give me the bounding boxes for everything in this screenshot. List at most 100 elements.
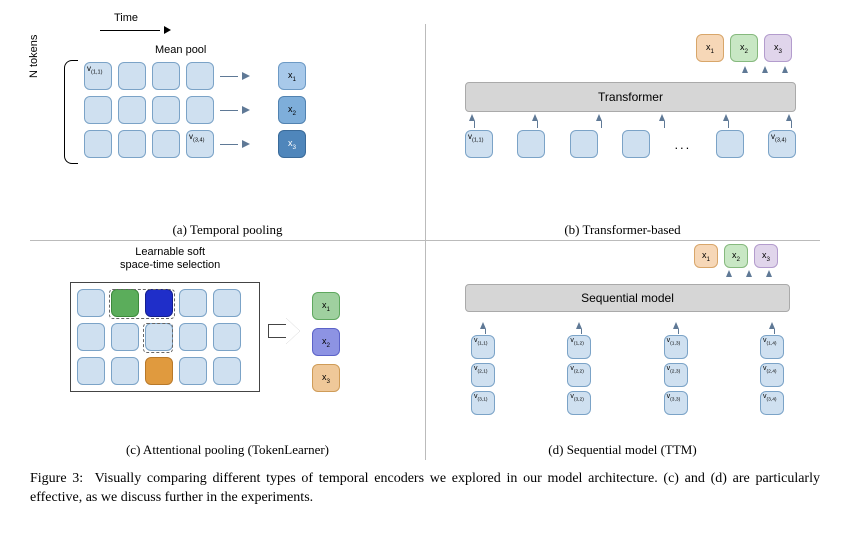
subcaption-a: (a) Temporal pooling (30, 222, 425, 238)
output-x2: x2 (730, 34, 758, 62)
token-blank (213, 323, 241, 351)
panel-c-outputs: x1 x2 x3 (312, 292, 340, 392)
down-arrows-icon (469, 114, 792, 121)
token-v13: v(1,3) (664, 335, 688, 359)
token-v11: v(1,1) (465, 130, 493, 158)
timestep-col: v(1,4) v(2,4) v(3,4) (760, 322, 784, 415)
token-blank (111, 323, 139, 351)
token-v22: v(2,2) (567, 363, 591, 387)
output-x3: x3 (278, 130, 306, 158)
output-x1: x1 (278, 62, 306, 90)
token-blank (118, 62, 146, 90)
meanpool-label: Mean pool (155, 44, 206, 56)
token-blank (570, 130, 598, 158)
token-v31: v(3,1) (471, 391, 495, 415)
token-selected-orange (145, 357, 173, 385)
token-grid-box (70, 282, 260, 392)
arrow-up-icon (769, 322, 775, 329)
token-blank (213, 357, 241, 385)
time-label: Time (114, 12, 138, 24)
caption-body: Visually comparing different types of te… (30, 471, 820, 505)
token-selected-blue (145, 289, 173, 317)
token-v34: v(3,4) (186, 130, 214, 158)
token-v32: v(3,2) (567, 391, 591, 415)
panel-d-columns: v(1,1) v(2,1) v(3,1) v(1,2) v(2,2) v(3,2… (471, 322, 784, 415)
token-blank (111, 357, 139, 385)
token-selected-green (111, 289, 139, 317)
token-blank (77, 323, 105, 351)
arrow-up-icon (673, 322, 679, 329)
subcaption-c: (c) Attentional pooling (TokenLearner) (30, 442, 425, 458)
token-v34: v(3,4) (760, 391, 784, 415)
up-arrows-icon (742, 66, 788, 73)
arrow-icon (220, 72, 250, 80)
token-blank (152, 62, 180, 90)
transformer-block: Transformer (465, 82, 796, 112)
ellipsis: ... (674, 137, 691, 152)
big-arrow-icon (268, 318, 300, 344)
token-blank (152, 130, 180, 158)
arrow-up-icon (480, 322, 486, 329)
token-blank (145, 323, 173, 351)
output-x3: x3 (764, 34, 792, 62)
token-blank (186, 62, 214, 90)
token-blank (179, 289, 207, 317)
token-blank (716, 130, 744, 158)
panel-d-outputs: x1 x2 x3 (694, 244, 778, 268)
token-blank (118, 130, 146, 158)
token-blank (186, 96, 214, 124)
subcaption-b: (b) Transformer-based (425, 222, 820, 238)
token-blank (179, 323, 207, 351)
output-x2: x2 (312, 328, 340, 356)
subcaption-d: (d) Sequential model (TTM) (425, 442, 820, 458)
output-x1: x1 (696, 34, 724, 62)
token-v11: v(1,1) (471, 335, 495, 359)
token-blank (517, 130, 545, 158)
output-x2: x2 (278, 96, 306, 124)
token-blank (622, 130, 650, 158)
timestep-col: v(1,1) v(2,1) v(3,1) (471, 322, 495, 415)
token-v11: v(1,1) (84, 62, 112, 90)
panel-b-inputs: v(1,1) ... v(3,4) (465, 130, 796, 158)
output-x3: x3 (312, 364, 340, 392)
sequential-block: Sequential model (465, 284, 790, 312)
token-blank (152, 96, 180, 124)
panel-b-outputs: x1 x2 x3 (696, 34, 792, 62)
caption-prefix: Figure 3: (30, 471, 83, 486)
token-v14: v(1,4) (760, 335, 784, 359)
token-v34: v(3,4) (768, 130, 796, 158)
output-x3: x3 (754, 244, 778, 268)
token-blank (77, 289, 105, 317)
token-blank (179, 357, 207, 385)
figure-grid: Time Mean pool N tokens v(1,1) x1 x2 (30, 20, 820, 460)
learnable-label: Learnable soft space-time selection (120, 246, 220, 271)
token-v24: v(2,4) (760, 363, 784, 387)
timestep-col: v(1,3) v(2,3) v(3,3) (664, 322, 688, 415)
arrow-icon (220, 140, 250, 148)
brace-icon (64, 60, 78, 164)
figure-caption: Figure 3: Visually comparing different t… (30, 470, 820, 508)
output-x1: x1 (694, 244, 718, 268)
token-blank (118, 96, 146, 124)
token-blank (84, 130, 112, 158)
token-v23: v(2,3) (664, 363, 688, 387)
output-x1: x1 (312, 292, 340, 320)
arrow-up-icon (576, 322, 582, 329)
token-v33: v(3,3) (664, 391, 688, 415)
token-blank (213, 289, 241, 317)
panel-a-rows: v(1,1) x1 x2 v(3,4) x3 (84, 62, 306, 164)
token-v12: v(1,2) (567, 335, 591, 359)
panel-b: x1 x2 x3 Transformer v(1,1) ... v(3,4) (… (425, 20, 820, 240)
token-blank (84, 96, 112, 124)
timestep-col: v(1,2) v(2,2) v(3,2) (567, 322, 591, 415)
ntokens-label: N tokens (28, 35, 40, 78)
token-blank (77, 357, 105, 385)
up-arrows-icon (726, 270, 772, 277)
panel-c: Learnable soft space-time selection (30, 240, 425, 460)
panel-d: x1 x2 x3 Sequential model v(1,1) v(2,1) … (425, 240, 820, 460)
token-v21: v(2,1) (471, 363, 495, 387)
output-x2: x2 (724, 244, 748, 268)
arrow-icon (220, 106, 250, 114)
time-arrow-icon (100, 26, 171, 34)
panel-a: Time Mean pool N tokens v(1,1) x1 x2 (30, 20, 425, 240)
